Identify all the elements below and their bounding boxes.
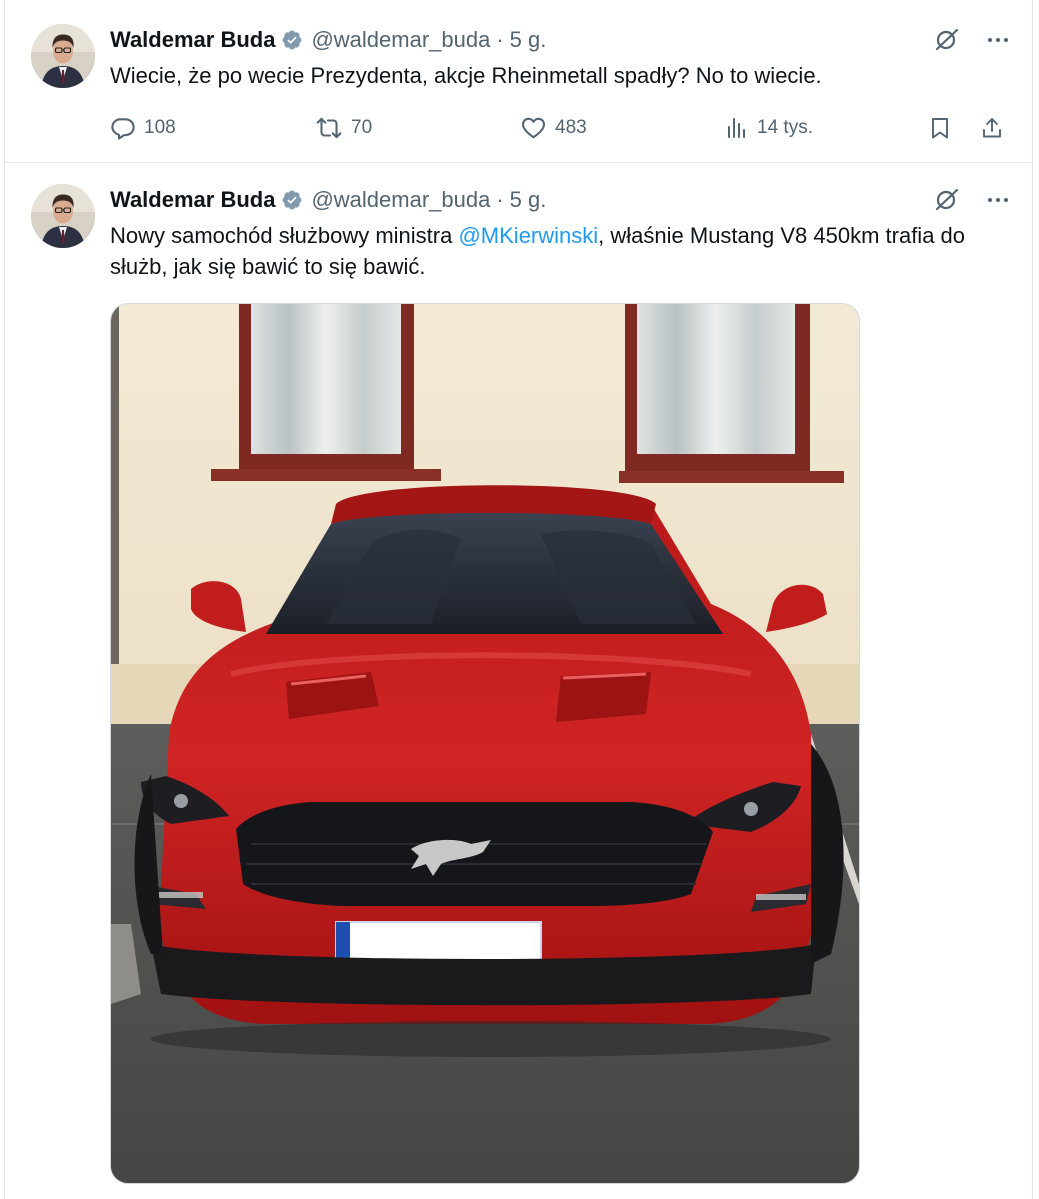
tweet-photo[interactable] (110, 303, 860, 1184)
retweet-count: 70 (351, 117, 373, 138)
tweet-text: Nowy samochód służbowy ministra @MKierwi… (110, 220, 992, 282)
views-count: 14 tys. (757, 117, 813, 138)
like-icon (520, 115, 547, 141)
author-handle[interactable]: @waldemar_buda (311, 27, 490, 53)
verified-badge-icon[interactable] (281, 29, 303, 51)
more-options-icon[interactable] (986, 28, 1010, 52)
like-count: 483 (555, 117, 587, 138)
tweet-text: Wiecie, że po wecie Prezydenta, akcje Rh… (110, 63, 822, 88)
tweet-header: Waldemar Buda @waldemar_buda · 5 g. (110, 25, 546, 55)
author-name[interactable]: Waldemar Buda (110, 27, 275, 53)
grok-icon[interactable] (932, 186, 960, 214)
reply-count: 108 (144, 117, 176, 138)
grok-icon[interactable] (932, 26, 960, 54)
verified-badge-icon[interactable] (281, 189, 303, 211)
retweet-button[interactable]: 70 (315, 112, 372, 144)
share-button[interactable] (980, 112, 1004, 144)
reply-button[interactable]: 108 (110, 112, 176, 144)
separator-dot: · (496, 187, 504, 212)
views-icon (725, 115, 749, 141)
reply-icon (110, 115, 136, 141)
tweet-text-part: Nowy samochód służbowy ministra (110, 223, 459, 248)
author-handle[interactable]: @waldemar_buda (311, 187, 490, 213)
author-name[interactable]: Waldemar Buda (110, 187, 275, 213)
bookmark-icon (928, 115, 952, 141)
timeline: Waldemar Buda @waldemar_buda · 5 g. Wiec… (4, 0, 1033, 1199)
like-button[interactable]: 483 (520, 112, 587, 144)
retweet-icon (315, 115, 343, 141)
tweet[interactable]: Waldemar Buda @waldemar_buda · 5 g. Wiec… (5, 0, 1032, 163)
tweet-timestamp[interactable]: 5 g. (510, 27, 547, 53)
avatar[interactable] (31, 24, 95, 88)
avatar[interactable] (31, 184, 95, 248)
separator-dot: · (496, 27, 504, 52)
tweet[interactable]: Waldemar Buda @waldemar_buda · 5 g. Nowy… (5, 163, 1032, 1199)
tweet-actions: 108 70 483 14 tys. (110, 112, 1015, 144)
views-button[interactable]: 14 tys. (725, 112, 813, 144)
share-icon (980, 115, 1004, 141)
mention-link[interactable]: @MKierwinski (458, 223, 598, 248)
tweet-header-actions (932, 25, 1010, 55)
car-photo-image (111, 304, 859, 1183)
tweet-header-actions (932, 185, 1010, 215)
tweet-header: Waldemar Buda @waldemar_buda · 5 g. (110, 185, 546, 215)
tweet-timestamp[interactable]: 5 g. (510, 187, 547, 213)
bookmark-button[interactable] (928, 112, 952, 144)
more-options-icon[interactable] (986, 188, 1010, 212)
